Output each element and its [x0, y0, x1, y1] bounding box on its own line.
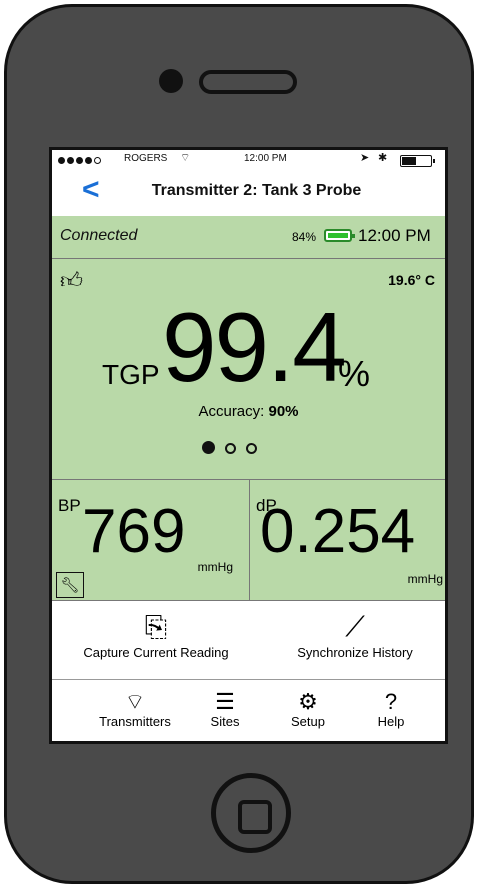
action-bar: ⎘ Capture Current Reading ⟋ Synchronize … — [52, 601, 445, 680]
accuracy-line: Accuracy: 90% — [52, 403, 445, 420]
copy-document-icon: ⎘ — [144, 611, 168, 642]
home-square-icon — [238, 800, 272, 834]
thumbs-up-icon: 👍︎ — [60, 268, 83, 293]
battery-percent: 84% — [292, 230, 317, 244]
page-indicator[interactable] — [202, 441, 267, 459]
tab-transmitters-label: Transmitters — [99, 714, 171, 729]
page-title: Transmitter 2: Tank 3 Probe — [151, 182, 362, 199]
tgp-value: 99.4 — [162, 292, 347, 402]
dp-value: 0.254 — [260, 497, 416, 566]
tgp-unit: % — [338, 353, 371, 394]
wifi-status-icon: ⌔ — [180, 152, 191, 164]
sync-label: Synchronize History — [297, 645, 413, 660]
accuracy-value: 90% — [268, 403, 299, 420]
nav-bar: < Transmitter 2: Tank 3 Probe — [52, 168, 445, 217]
tgp-panel[interactable]: 👍︎ 19.6° C TGP 99.4 % Accuracy: 90% — [52, 259, 445, 480]
bluetooth-icon: ✱ — [378, 152, 388, 164]
status-time: 12:00 PM — [244, 153, 287, 164]
tab-help-label: Help — [377, 714, 405, 729]
connection-time: 12:00 PM — [358, 226, 431, 245]
page-dot-2[interactable] — [225, 443, 236, 454]
signal-dots-icon — [58, 156, 103, 167]
battery-icon — [324, 229, 355, 242]
connection-bar: Connected 84% 12:00 PM — [52, 216, 445, 259]
tab-setup-label: Setup — [291, 714, 325, 729]
screen: ROGERS ⌔ 12:00 PM ➤ ✱ < Transmitter 2: T… — [49, 147, 448, 744]
status-bar: ROGERS ⌔ 12:00 PM ➤ ✱ — [52, 150, 445, 170]
tab-sites[interactable]: ☰ Sites — [200, 689, 250, 730]
bp-label: BP — [58, 496, 81, 515]
connection-status: Connected — [60, 227, 138, 244]
speaker-grille — [199, 70, 297, 94]
dp-panel: dP 0.254 mmHg — [250, 480, 445, 601]
gear-icon: ⚙ — [298, 689, 318, 714]
question-icon: ? — [384, 689, 398, 714]
page-dot-3[interactable] — [246, 443, 257, 454]
capture-label: Capture Current Reading — [83, 645, 229, 660]
wrench-icon[interactable]: 🔧︎ — [56, 572, 84, 598]
chart-trend-icon: ⟋ — [345, 611, 365, 642]
bp-value: 769 — [82, 497, 186, 566]
tab-transmitters[interactable]: ⌔ Transmitters — [92, 689, 178, 730]
home-button[interactable] — [211, 773, 291, 853]
accuracy-label: Accuracy: — [198, 403, 265, 420]
synchronize-history-button[interactable]: ⟋ Synchronize History — [280, 609, 430, 660]
camera-icon — [159, 69, 183, 93]
phone-frame: ROGERS ⌔ 12:00 PM ➤ ✱ < Transmitter 2: T… — [4, 4, 474, 884]
battery-status-icon — [400, 155, 435, 167]
capture-reading-button[interactable]: ⎘ Capture Current Reading — [66, 609, 246, 660]
wifi-icon: ⌔ — [124, 689, 146, 714]
bp-panel: BP 769 mmHg 🔧︎ — [52, 480, 250, 601]
bp-unit: mmHg — [197, 560, 233, 574]
tgp-label: TGP — [102, 359, 160, 390]
dp-unit: mmHg — [407, 572, 443, 586]
list-icon: ☰ — [215, 689, 235, 714]
tab-help[interactable]: ? Help — [366, 689, 416, 730]
location-icon: ➤ — [360, 152, 370, 164]
tab-setup[interactable]: ⚙ Setup — [278, 689, 338, 730]
tab-sites-label: Sites — [210, 714, 240, 729]
page-dot-1[interactable] — [202, 441, 215, 454]
temperature-readout: 19.6° C — [388, 272, 435, 288]
carrier-label: ROGERS — [124, 153, 168, 164]
tab-bar: ⌔ Transmitters ☰ Sites ⚙ Setup ? Help — [52, 680, 445, 741]
